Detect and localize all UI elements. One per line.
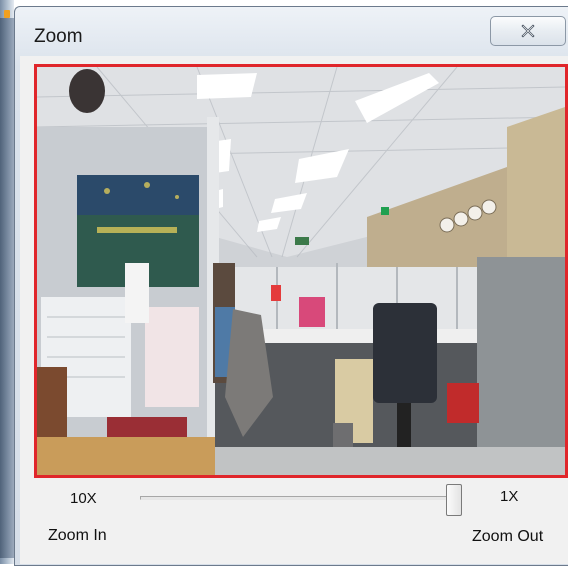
zoom-max-label: 10X [70, 490, 97, 507]
close-x-icon [521, 24, 535, 38]
office-camera-image [37, 67, 565, 475]
zoom-min-label: 1X [500, 488, 519, 505]
window-title: Zoom [34, 26, 83, 47]
camera-view[interactable] [34, 64, 568, 478]
zoom-slider-thumb[interactable] [445, 484, 462, 516]
zoom-slider-track[interactable] [140, 496, 460, 500]
close-button[interactable] [490, 16, 566, 46]
zoom-out-label: Zoom Out [472, 528, 544, 545]
title-bar[interactable]: Zoom [14, 6, 568, 56]
zoom-in-label: Zoom In [48, 527, 107, 544]
background-window-edge [0, 0, 14, 564]
